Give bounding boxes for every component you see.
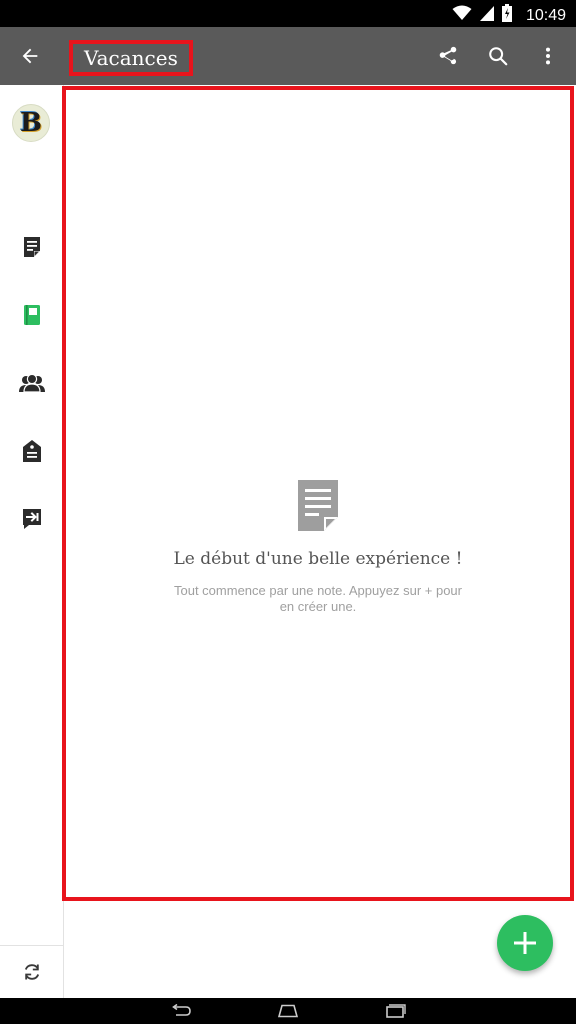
- back-nav-icon: [172, 1004, 191, 1016]
- tag-icon: [23, 440, 41, 462]
- back-button[interactable]: [14, 40, 46, 72]
- sync-button[interactable]: [0, 945, 63, 998]
- empty-state: Le début d'une belle expérience ! Tout c…: [66, 479, 570, 615]
- recents-nav-icon: [386, 1004, 406, 1018]
- sidebar-item-tags[interactable]: [18, 437, 46, 465]
- nav-home-button[interactable]: [275, 1002, 301, 1020]
- home-nav-icon: [277, 1004, 299, 1018]
- nav-back-button[interactable]: [168, 1002, 194, 1020]
- system-nav-bar: [0, 998, 576, 1024]
- signal-icon: [479, 5, 494, 26]
- page-title-highlight: Vacances: [69, 40, 193, 76]
- empty-state-title: Le début d'une belle expérience !: [173, 549, 463, 569]
- wifi-icon: [452, 5, 472, 26]
- sync-icon: [24, 964, 39, 980]
- empty-note-icon: [298, 480, 338, 531]
- avatar[interactable]: B: [12, 104, 50, 142]
- shortcut-icon: [23, 509, 41, 529]
- app-bar: Vacances: [0, 27, 576, 85]
- sidebar-item-people[interactable]: [18, 369, 46, 397]
- page-title: Vacances: [84, 46, 178, 70]
- note-list-area: Le début d'une belle expérience ! Tout c…: [62, 86, 574, 901]
- share-button[interactable]: [432, 40, 464, 72]
- status-bar: 10:49: [0, 0, 576, 27]
- sidebar-item-notebooks[interactable]: [18, 301, 46, 329]
- more-vert-icon: [545, 47, 551, 65]
- more-options-button[interactable]: [532, 40, 564, 72]
- sidebar-item-notes[interactable]: [18, 233, 46, 261]
- search-icon: [489, 47, 508, 66]
- share-icon: [439, 46, 457, 65]
- search-button[interactable]: [482, 40, 514, 72]
- plus-icon: [514, 932, 536, 954]
- notebook-icon: [24, 305, 40, 325]
- sidebar: B: [0, 85, 64, 998]
- people-icon: [19, 373, 45, 393]
- new-note-button[interactable]: [497, 915, 553, 971]
- status-time: 10:49: [525, 7, 566, 24]
- arrow-back-icon: [22, 48, 38, 64]
- note-icon: [24, 237, 40, 257]
- sidebar-item-shortcuts[interactable]: [18, 505, 46, 533]
- avatar-letter: B: [20, 108, 42, 138]
- empty-state-description: Tout commence par une note. Appuyez sur …: [174, 583, 462, 614]
- screen: 10:49 Vacances B Le début d'une belle ex…: [0, 0, 576, 1024]
- status-icons: 10:49: [452, 4, 566, 27]
- nav-recents-button[interactable]: [382, 1002, 408, 1020]
- battery-icon: [501, 4, 512, 27]
